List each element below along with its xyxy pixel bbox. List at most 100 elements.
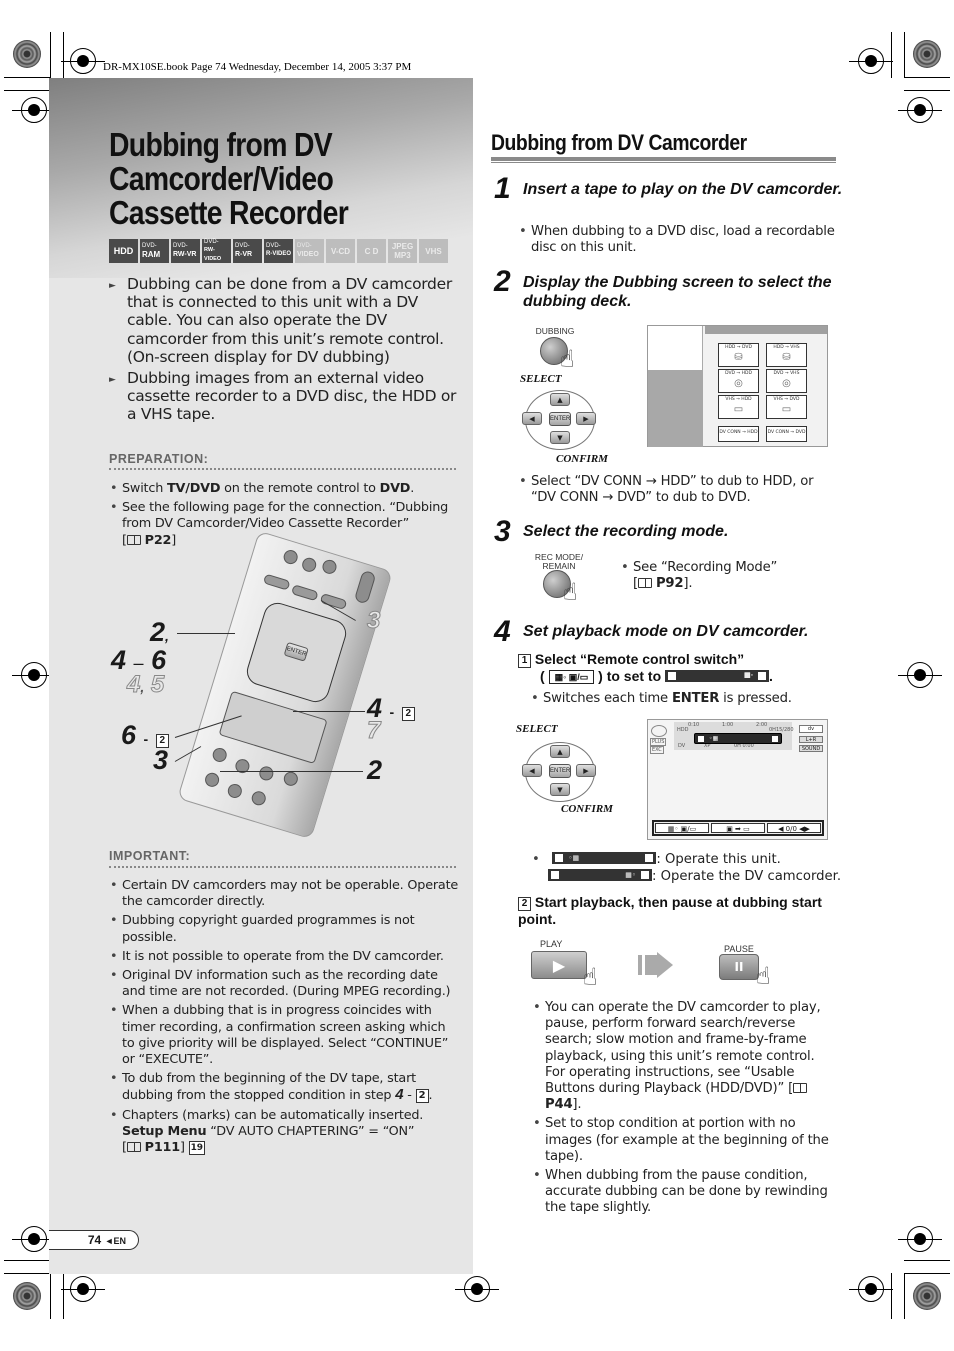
confirm-label: CONFIRM — [561, 803, 613, 815]
step-title: Set playback mode on DV camcorder. — [523, 623, 809, 640]
step-bullets: See “Recording Mode”[ P92]. — [620, 560, 830, 595]
dub-option-dvconn-hdd[interactable]: DV CONN → HDD — [718, 426, 759, 442]
step-number: 2 — [494, 265, 511, 298]
crop-line — [904, 77, 950, 78]
page-title-line: Dubbing from DV — [109, 126, 333, 163]
media-badge-cd: C D — [357, 239, 386, 263]
pressing-hand-icon: ☝ — [560, 345, 575, 373]
dub-option-dvconn-dvd[interactable]: DV CONN → DVD — [766, 426, 807, 442]
page-reference-link[interactable]: P92 — [656, 576, 684, 591]
dub-option-hdd-dvd[interactable]: HDD → DVD ⛁ — [718, 343, 759, 367]
dub-option-dvd-vhs[interactable]: DVD → VHS ◎ — [766, 369, 807, 393]
disc-icon — [651, 725, 667, 737]
step-bullet: You can operate the DV camcorder to play… — [532, 1000, 837, 1113]
crop-line — [891, 1273, 892, 1319]
preparation-heading: PREPARATION: — [109, 452, 209, 466]
right-arrow-key[interactable]: ▶ — [576, 764, 596, 777]
remote-button — [300, 556, 318, 574]
page-reference-link[interactable]: P111 — [145, 1140, 180, 1155]
callout-leader-line — [220, 771, 363, 772]
important-item: Dubbing copyright guarded programmes is … — [109, 913, 461, 945]
pressing-hand-icon: ☝ — [563, 578, 578, 606]
remote-control-switch-icon: ▦◦ ▣/▭ — [548, 670, 595, 684]
dotted-divider — [109, 866, 456, 868]
arrow-bar — [638, 955, 642, 975]
remote-switch-highlight[interactable]: ◦▦ — [694, 733, 782, 744]
down-arrow-key[interactable]: ▼ — [550, 431, 570, 444]
step-title: Select the recording mode. — [523, 523, 729, 540]
up-arrow-key[interactable]: ▲ — [550, 745, 570, 758]
important-item: Original DV information such as the reco… — [109, 968, 461, 1000]
remote-button — [210, 746, 229, 764]
screen-panel — [648, 326, 703, 370]
registration-mark — [849, 1276, 893, 1302]
registration-mark — [12, 662, 56, 688]
switch-legend-row: ▦◦: Operate the DV camcorder. — [532, 868, 841, 886]
pause-button[interactable]: II — [719, 954, 759, 980]
page-reference-link[interactable]: P22 — [145, 533, 172, 548]
media-badge-dvd-rw-vr: DVD- RW-VR — [171, 239, 200, 263]
left-arrow-key[interactable]: ◀ — [522, 764, 542, 777]
remote-control-body: ENTER — [177, 530, 393, 840]
screen-remote-switch-button[interactable]: ▦◦ ▣/▭ — [655, 823, 709, 833]
dub-option-dvd-hdd[interactable]: DVD → HDD ◎ — [718, 369, 759, 393]
important-item: When a dubbing that is in progress coinc… — [109, 1003, 461, 1068]
callout-step-ghost: 7 — [366, 717, 381, 745]
confirm-label: CONFIRM — [556, 453, 608, 465]
play-button[interactable]: ▶ — [531, 951, 587, 979]
intro-list: Dubbing can be done from a DV camcorder … — [109, 275, 459, 427]
registration-mark — [12, 1226, 56, 1252]
remote-button — [226, 782, 244, 800]
registration-mark — [12, 97, 56, 123]
title-rule — [491, 162, 836, 163]
step-bullet: Switches each time ENTER is pressed. — [530, 691, 830, 707]
crop-line — [63, 1273, 64, 1319]
step-bullet: Select “DV CONN → HDD” to dub to HDD, or… — [518, 474, 838, 506]
right-arrow-key[interactable]: ▶ — [576, 412, 596, 425]
remote-button — [281, 548, 300, 566]
important-item: Certain DV camcorders may not be operabl… — [109, 878, 461, 910]
crop-line — [891, 32, 892, 78]
select-label: SELECT — [520, 373, 562, 385]
screen-audio-button[interactable]: ◀ 0/0 ◀▶ — [767, 823, 821, 833]
step-bullet: When dubbing from the pause condition, a… — [532, 1168, 837, 1217]
enter-key[interactable]: ENTER — [549, 764, 571, 778]
play-button-label: PLAY — [540, 939, 563, 949]
color-rosette-mark — [13, 40, 41, 68]
up-arrow-key[interactable]: ▲ — [550, 393, 570, 406]
step-bullets: Switches each time ENTER is pressed. — [530, 691, 830, 710]
crop-line — [4, 1260, 50, 1261]
pause-button-label: PAUSE — [724, 944, 754, 954]
crop-line — [904, 1260, 950, 1261]
crop-line — [4, 90, 50, 91]
dub-option-vhs-dvd[interactable]: VHS → DVD ▭ — [766, 395, 807, 419]
cursor-keypad: ▲ ◀ ENTER ▶ ▼ — [520, 385, 600, 455]
registration-mark — [898, 97, 942, 123]
enter-key[interactable]: ENTER — [549, 412, 571, 426]
page-reference-link[interactable]: P44 — [545, 1097, 573, 1112]
book-print-header: DR-MX10SE.book Page 74 Wednesday, Decemb… — [103, 61, 412, 73]
remote-button — [249, 789, 268, 808]
select-label: SELECT — [516, 723, 558, 735]
dub-option-vhs-hdd[interactable]: VHS → HDD ▭ — [718, 395, 759, 419]
crop-line — [4, 1273, 50, 1274]
down-arrow-key[interactable]: ▼ — [550, 783, 570, 796]
screen-button-bar: ▦◦ ▣/▭ ▣ ➡ ▭ ◀ 0/0 ◀▶ — [652, 820, 824, 836]
media-badge-vhs: VHS — [419, 239, 448, 263]
callout-step: 2, — [150, 617, 169, 647]
rec-mode-button-label: REC MODE/REMAIN — [534, 552, 584, 571]
media-badge-dvd-video: DVD- VIDEO — [295, 239, 324, 263]
important-item: It is not possible to operate from the D… — [109, 949, 461, 965]
book-reference-icon — [793, 1083, 808, 1094]
crop-line — [63, 32, 64, 78]
step-number: 1 — [494, 172, 511, 205]
dub-option-hdd-vhs[interactable]: HDD → VHS ⛁ — [766, 343, 807, 367]
screen-audio-tag: L+R — [799, 736, 823, 743]
dubbing-screen: HDD → DVD ⛁ HDD → VHS ⛁ DVD → HDD ◎ DVD → V… — [647, 325, 828, 447]
pressing-hand-icon: ☝ — [756, 962, 771, 990]
left-arrow-key[interactable]: ◀ — [522, 412, 542, 425]
callout-step-ghost: 4, 5 — [126, 671, 165, 699]
screen-dub-direction-button[interactable]: ▣ ➡ ▭ — [711, 823, 765, 833]
color-rosette-mark — [913, 1282, 941, 1310]
callout-leader-line — [177, 633, 235, 634]
